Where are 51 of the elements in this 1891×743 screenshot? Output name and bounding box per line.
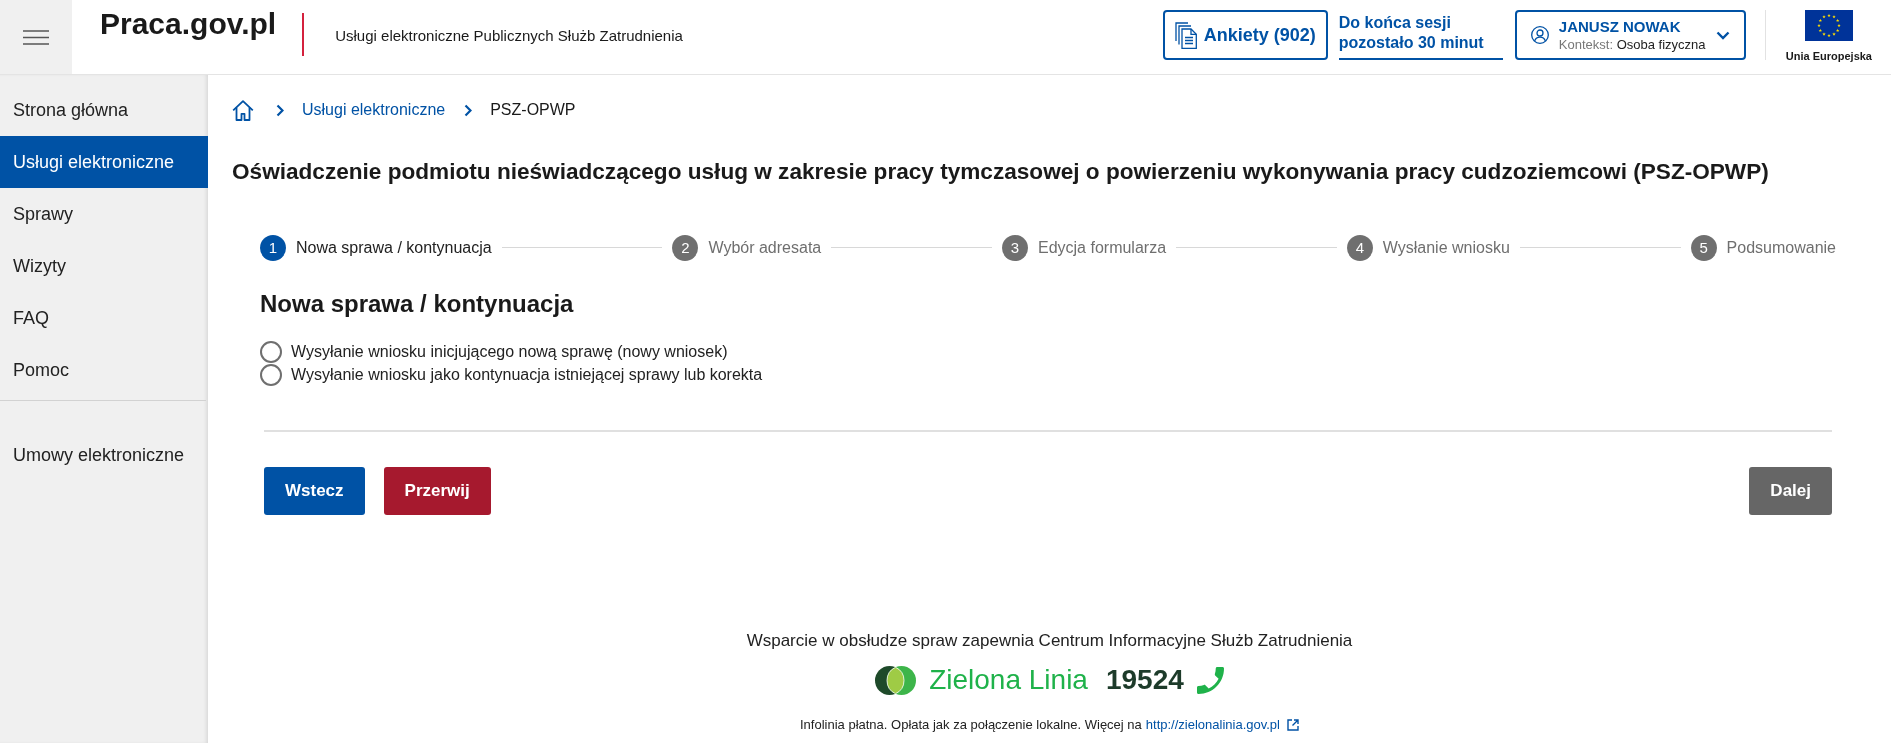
flag-caption: Unia Europejska — [1785, 49, 1872, 63]
cancel-button[interactable]: Przerwij — [383, 467, 491, 515]
chevron-right-icon — [464, 103, 473, 117]
radio-button[interactable] — [260, 340, 282, 363]
site-logo[interactable]: Praca.gov.pl — [100, 7, 277, 41]
chevron-down-icon — [1715, 30, 1730, 40]
nav-item[interactable]: Pomoc — [0, 344, 208, 396]
back-button[interactable]: Wstecz — [264, 467, 365, 515]
breadcrumb-current: PSZ-OPWP — [490, 101, 576, 119]
chevron-right-icon — [276, 103, 284, 117]
step-number: 4 — [1346, 234, 1373, 261]
step-number: 2 — [672, 234, 699, 261]
nav-item[interactable]: Umowy elektroniczne — [0, 429, 208, 481]
nav-item[interactable]: Sprawy — [0, 188, 208, 240]
nav-item[interactable]: FAQ — [0, 292, 208, 344]
step-label: Nowa sprawa / kontynuacja — [296, 238, 492, 257]
section-title: Nowa sprawa / kontynuacja — [260, 289, 575, 319]
option-label[interactable]: Wysyłanie wniosku jako kontynuacja istniejącej sprawy lub korekta — [291, 365, 763, 384]
nav-item[interactable]: Wizyty — [0, 240, 208, 292]
menu-icon[interactable] — [23, 29, 49, 45]
user-menu-button[interactable]: JANUSZ NOWAK Kontekst: Osoba fizyczna — [1514, 10, 1746, 60]
breadcrumb-link[interactable]: Usługi elektroniczne — [302, 101, 446, 119]
step-number: 3 — [1002, 234, 1028, 261]
external-link-icon[interactable] — [1287, 719, 1299, 731]
option-label[interactable]: Wysyłanie wniosku inicjującego nową sprawę (nowy wniosek) — [291, 342, 728, 361]
hotline-number: 19524 — [1105, 664, 1184, 696]
step-label: Wysłanie wniosku — [1382, 238, 1510, 257]
page-title: Oświadczenie podmiotu nieświadczącego usług w zakresie pracy tymczasowej o powierzeniu wykonywania pracy cudzoziemcowi (PSZ-OPWP) — [232, 158, 1770, 186]
step-label: Podsumowanie — [1726, 238, 1836, 257]
user-icon — [1530, 26, 1549, 44]
step-label: Edycja formularza — [1038, 238, 1167, 257]
step-number: 1 — [260, 234, 286, 261]
next-button[interactable]: Dalej — [1749, 467, 1832, 515]
documents-icon — [1174, 21, 1197, 49]
phone-icon — [1196, 666, 1224, 694]
circles-logo-icon — [875, 665, 917, 695]
site-subtitle: Usługi elektroniczne Publicznych Służb Zatrudnienia — [335, 27, 683, 44]
hotline-name: Zielona Linia — [929, 664, 1088, 696]
website-link[interactable]: http://zielonalinia.gov.pl — [1145, 717, 1280, 733]
menu-button[interactable] — [0, 0, 72, 74]
home-icon[interactable] — [232, 99, 254, 121]
session-timer: Do końca sesji pozostało 30 minut — [1338, 10, 1503, 60]
support-text: Wsparcie w obsłudze spraw zapewnia Centrum Informacyjne Służb Zatrudnienia — [746, 631, 1353, 651]
footer-note: Infolinia płatna. Opłata jak za połączenie lokalne. Więcej na http://zielonalinia.gov.pl — [800, 717, 1299, 733]
step-label: Wybór adresata — [708, 238, 822, 257]
nav-item[interactable]: Usługi elektroniczne — [0, 136, 208, 188]
nav-item[interactable]: Strona główna — [0, 84, 208, 136]
flag-icon — [1804, 10, 1853, 41]
step-number: 5 — [1690, 234, 1717, 261]
surveys-button[interactable]: Ankiety (902) — [1162, 10, 1328, 60]
radio-button[interactable] — [260, 363, 282, 386]
